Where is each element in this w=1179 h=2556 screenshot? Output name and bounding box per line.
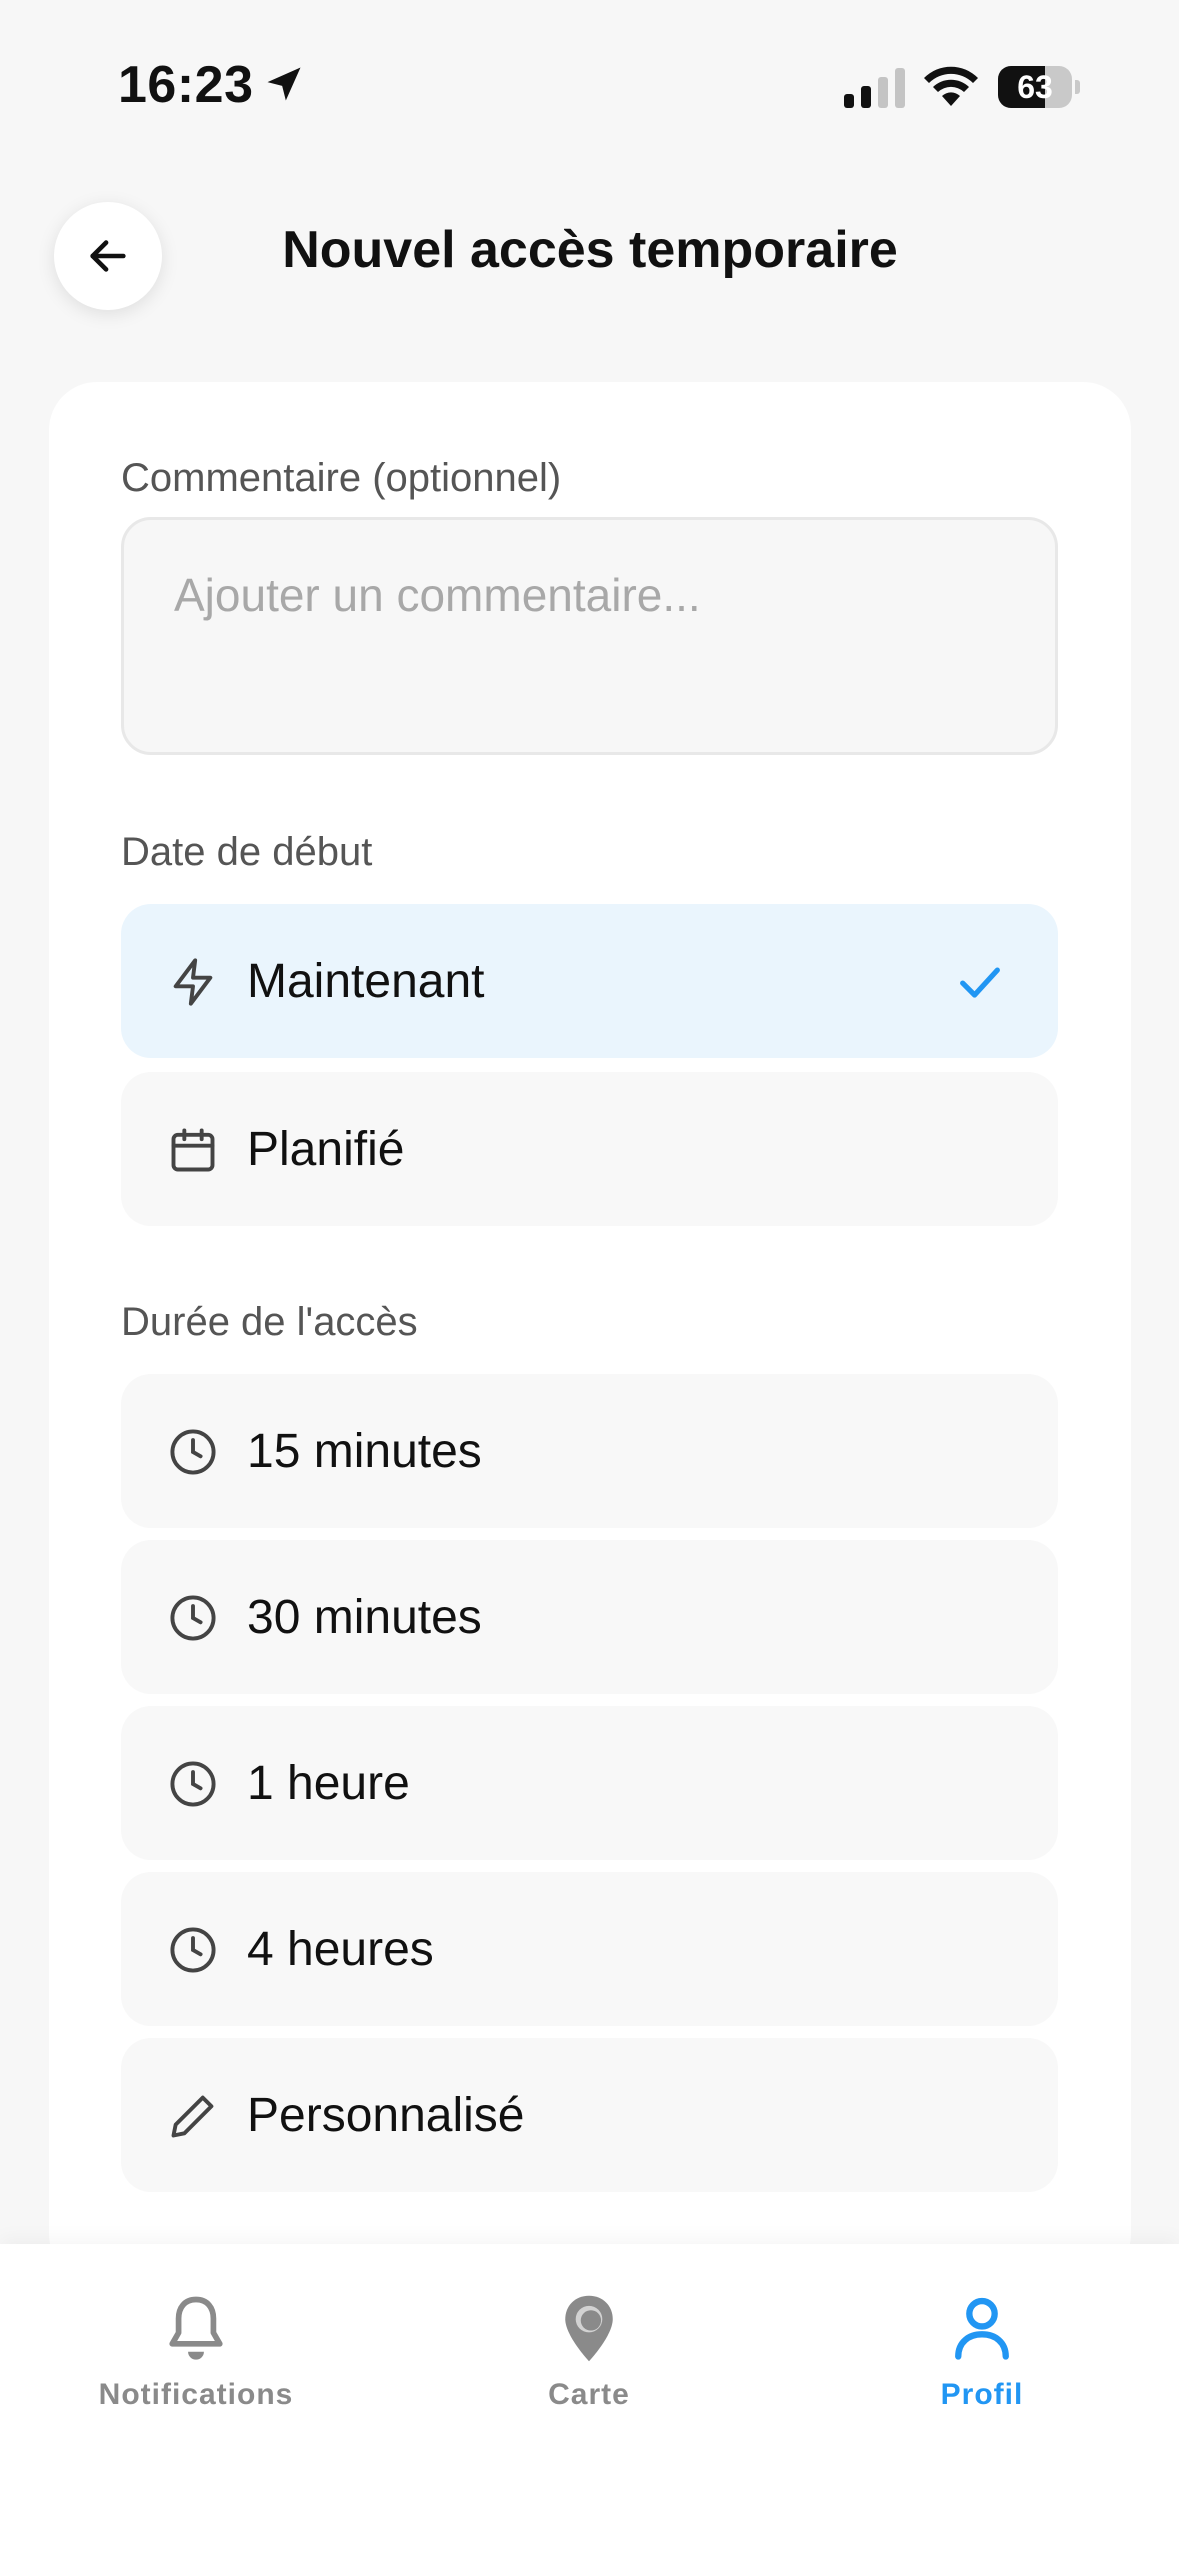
person-icon [955,2297,1009,2360]
clock-icon [170,1429,216,1475]
tab-label: Notifications [98,2378,294,2411]
calendar-icon [171,1128,215,1172]
location-arrow-icon [267,67,301,101]
duration-option-4h[interactable]: 4 heures [121,1872,1058,2026]
page-title: Nouvel accès temporaire [282,221,898,279]
duration-option-label: 1 heure [247,1757,410,1810]
tab-carte[interactable]: Carte [459,2290,719,2412]
tab-label: Carte [548,2378,630,2411]
start-option-scheduled[interactable]: Planifié [121,1072,1058,1226]
clock-icon [170,1927,216,1973]
checkmark-icon [960,967,1000,998]
map-pin-icon [565,2295,613,2362]
tab-notifications[interactable]: Notifications [66,2290,326,2412]
duration-option-label: 30 minutes [247,1591,482,1644]
start-option-label: Planifié [247,1123,405,1176]
duration-option-label: 4 heures [247,1923,434,1976]
pencil-icon [171,2095,214,2138]
tab-label: Profil [940,2378,1024,2411]
clock-icon [170,1595,216,1641]
lightning-icon [173,958,213,1006]
cellular-signal-icon [844,68,905,108]
bell-icon [169,2296,223,2360]
comment-input[interactable] [121,517,1058,755]
duration-option-custom[interactable]: Personnalisé [121,2038,1058,2192]
duration-option-label: Personnalisé [247,2089,525,2142]
duration-option-1h[interactable]: 1 heure [121,1706,1058,1860]
clock-icon [170,1761,216,1807]
duration-label: Durée de l'accès [121,1300,418,1344]
arrow-left-icon [90,240,126,272]
back-button[interactable] [54,202,162,310]
duration-option-label: 15 minutes [247,1425,482,1478]
duration-option-30min[interactable]: 30 minutes [121,1540,1058,1694]
comment-label: Commentaire (optionnel) [121,456,562,500]
start-option-label: Maintenant [247,955,485,1008]
screen: 16:23 63 Nouvel accès temporaire Comment… [0,0,1179,2556]
battery-indicator: 63 [998,66,1080,108]
bottom-tab-bar: Notifications Carte Profil [0,2244,1179,2556]
battery-level-text: 63 [1017,69,1053,105]
status-bar: 16:23 63 [0,0,1179,170]
tab-profil[interactable]: Profil [852,2290,1112,2412]
start-option-now[interactable]: Maintenant [121,904,1058,1058]
start-date-label: Date de début [121,830,373,874]
duration-option-15min[interactable]: 15 minutes [121,1374,1058,1528]
status-time: 16:23 [118,56,254,114]
wifi-icon [924,66,978,106]
